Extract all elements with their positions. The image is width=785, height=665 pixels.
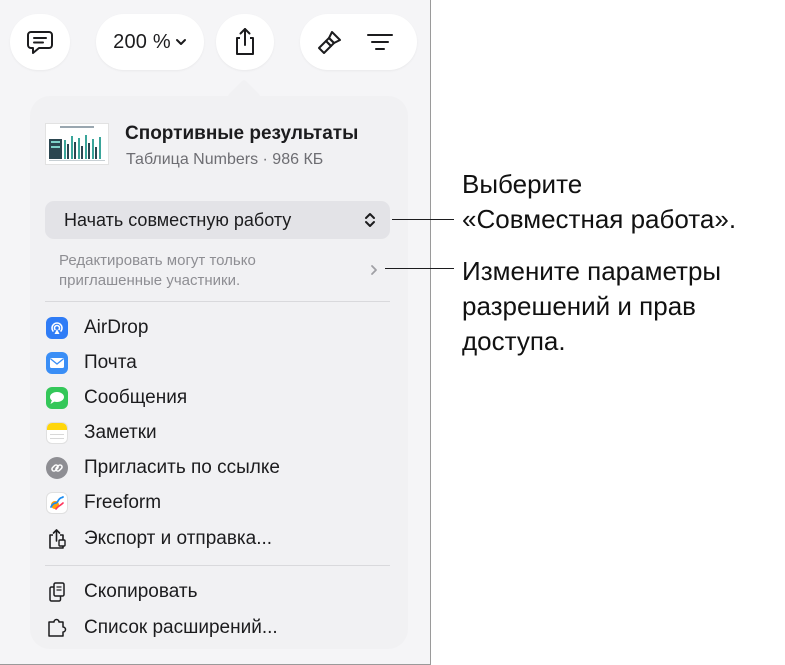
action-label: Список расширений... (84, 617, 278, 638)
callout-line: разрешений и прав (462, 291, 696, 321)
share-item-label: Пригласить по ссылке (84, 457, 280, 478)
collaboration-label: Начать совместную работу (64, 209, 292, 230)
airdrop-icon (45, 316, 69, 340)
action-copy[interactable]: Скопировать (45, 577, 197, 607)
chevron-down-icon (175, 38, 187, 46)
mail-icon (45, 351, 69, 375)
callout-leader-permissions (385, 268, 454, 269)
chevron-right-icon (370, 263, 378, 281)
divider (45, 301, 390, 302)
share-item-label: AirDrop (84, 317, 149, 338)
callout-line: Измените параметры (462, 256, 722, 286)
freeform-icon (45, 491, 69, 515)
callout-line: Выберите (462, 169, 583, 199)
document-subtitle: Таблица Numbers · 986 КБ (126, 151, 324, 168)
format-organize-group (300, 14, 417, 70)
permissions-row[interactable]: Редактировать могут только приглашенные … (45, 249, 390, 295)
link-icon (45, 456, 69, 480)
share-item-label: Почта (84, 352, 137, 373)
share-item-label: Экспорт и отправка... (84, 528, 273, 549)
callout-permissions: Измените параметры разрешений и прав дос… (462, 254, 721, 359)
zoom-level: 200 % (113, 30, 171, 53)
share-button[interactable] (216, 14, 274, 70)
copy-icon (45, 580, 69, 604)
divider (45, 565, 390, 566)
share-screenshot-panel: 200 % Спортивные результаты Таблица Numb… (0, 0, 431, 665)
chevron-up-down-icon (364, 211, 376, 234)
share-item-freeform[interactable]: Freeform (45, 488, 161, 518)
share-item-airdrop[interactable]: AirDrop (45, 313, 148, 343)
share-item-export[interactable]: Экспорт и отправка... (45, 524, 272, 554)
action-label: Скопировать (84, 581, 198, 602)
share-item-label: Сообщения (84, 387, 188, 408)
filter-lines-icon[interactable] (366, 32, 394, 52)
speech-bubble-icon (26, 29, 54, 55)
callout-leader-collaboration (392, 219, 454, 220)
collaboration-popup-button[interactable]: Начать совместную работу (45, 201, 390, 239)
extensions-icon (45, 616, 69, 640)
share-item-notes[interactable]: Заметки (45, 418, 157, 448)
share-item-messages[interactable]: Сообщения (45, 383, 187, 413)
share-item-label: Заметки (84, 422, 157, 443)
permissions-text: Редактировать могут только приглашенные … (59, 252, 256, 289)
notes-icon (45, 421, 69, 445)
callout-line: «Совместная работа». (462, 204, 737, 234)
zoom-button[interactable]: 200 % (96, 14, 204, 70)
document-title: Спортивные результаты (125, 123, 359, 144)
document-thumbnail (45, 123, 109, 165)
share-item-mail[interactable]: Почта (45, 348, 137, 378)
share-icon (233, 27, 257, 57)
messages-icon (45, 386, 69, 410)
action-extensions[interactable]: Список расширений... (45, 613, 278, 643)
callout-collaboration: Выберите «Совместная работа». (462, 167, 736, 237)
comment-button[interactable] (10, 14, 70, 70)
share-item-label: Freeform (84, 492, 162, 513)
paintbrush-icon[interactable] (316, 28, 344, 56)
callout-line: доступа. (462, 326, 566, 356)
share-item-invite-link[interactable]: Пригласить по ссылке (45, 453, 280, 483)
export-icon (45, 527, 69, 551)
